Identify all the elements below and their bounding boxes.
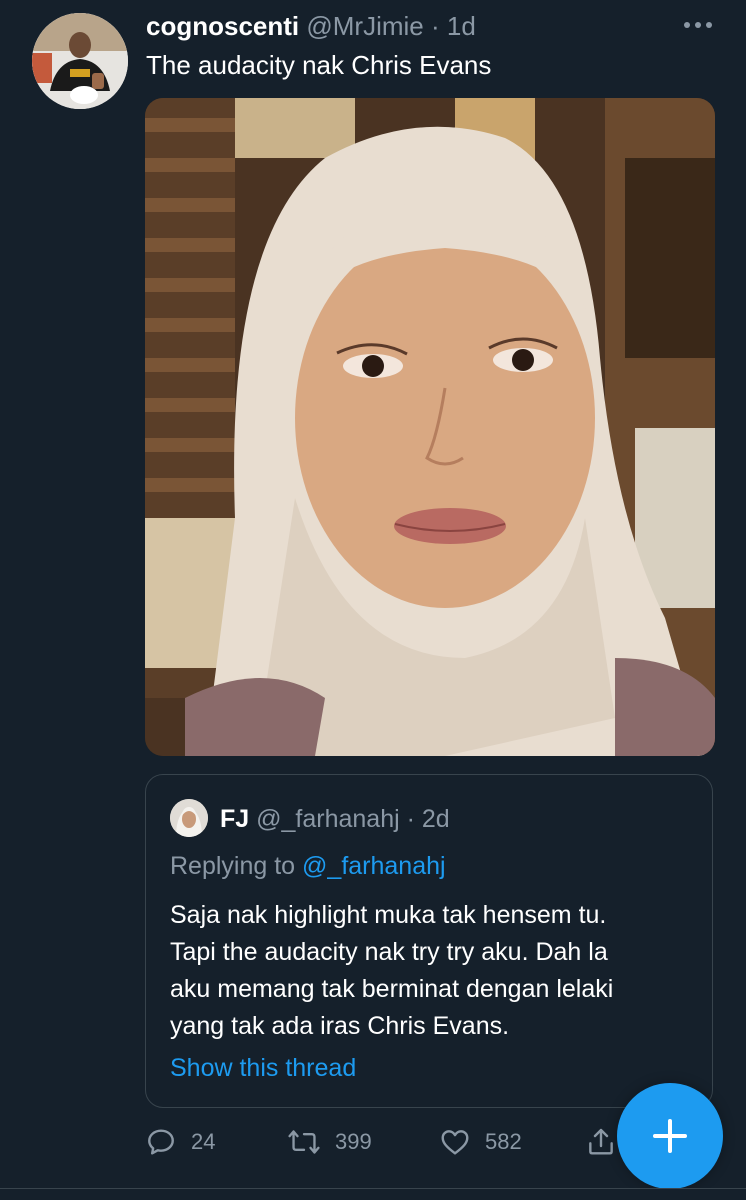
quoted-text-line: aku memang tak berminat dengan lelaki bbox=[170, 975, 614, 1003]
quoted-tweet-text: Saja nak highlight muka tak hensem tu. T… bbox=[170, 897, 700, 1045]
show-thread-link[interactable]: Show this thread bbox=[170, 1051, 356, 1085]
quoted-display-name[interactable]: FJ bbox=[220, 805, 249, 833]
retweet-button[interactable]: 399 bbox=[287, 1122, 372, 1162]
reply-icon bbox=[148, 1129, 174, 1155]
replying-handle-link[interactable]: @_farhanahj bbox=[302, 852, 446, 880]
compose-plus-icon bbox=[653, 1119, 687, 1153]
share-icon bbox=[589, 1128, 613, 1155]
quoted-timestamp[interactable]: 2d bbox=[422, 805, 450, 833]
quoted-avatar[interactable] bbox=[170, 799, 208, 837]
retweet-icon bbox=[288, 1130, 320, 1154]
timestamp[interactable]: 1d bbox=[447, 11, 476, 41]
tweet-text: The audacity nak Chris Evans bbox=[146, 50, 492, 80]
quoted-header: FJ @_farhanahj · 2d bbox=[220, 803, 450, 835]
replying-label: Replying to bbox=[170, 852, 296, 880]
tweet[interactable]: cognoscenti @MrJimie · 1d The audacity n… bbox=[0, 0, 746, 1200]
quoted-text-line: Tapi the audacity nak try try aku. Dah l… bbox=[170, 938, 608, 966]
tweet-photo[interactable] bbox=[145, 98, 715, 756]
more-horizontal-icon[interactable] bbox=[678, 10, 718, 40]
quoted-text-line: yang tak ada iras Chris Evans. bbox=[170, 1012, 510, 1040]
like-icon bbox=[441, 1130, 469, 1155]
compose-button[interactable] bbox=[617, 1083, 723, 1189]
handle[interactable]: @MrJimie bbox=[306, 11, 423, 41]
separator-dot: · bbox=[431, 11, 440, 41]
replying-to: Replying to @_farhanahj bbox=[170, 849, 446, 883]
quoted-handle[interactable]: @_farhanahj bbox=[256, 805, 400, 833]
tweet-actions: 24 399 582 bbox=[145, 1122, 625, 1162]
tweet-header: cognoscenti @MrJimie · 1d bbox=[146, 10, 476, 42]
retweet-count: 399 bbox=[335, 1129, 372, 1154]
quoted-tweet[interactable]: FJ @_farhanahj · 2d Replying to @_farhan… bbox=[145, 774, 713, 1108]
display-name[interactable]: cognoscenti bbox=[146, 11, 299, 41]
like-count: 582 bbox=[485, 1129, 522, 1154]
reply-button[interactable]: 24 bbox=[145, 1122, 215, 1162]
like-button[interactable]: 582 bbox=[439, 1122, 522, 1162]
quoted-separator-dot: · bbox=[406, 805, 415, 833]
reply-count: 24 bbox=[191, 1129, 216, 1154]
bottom-divider bbox=[0, 1188, 746, 1200]
avatar[interactable] bbox=[32, 13, 128, 109]
share-button[interactable] bbox=[585, 1122, 617, 1162]
quoted-text-line: Saja nak highlight muka tak hensem tu. bbox=[170, 901, 607, 929]
